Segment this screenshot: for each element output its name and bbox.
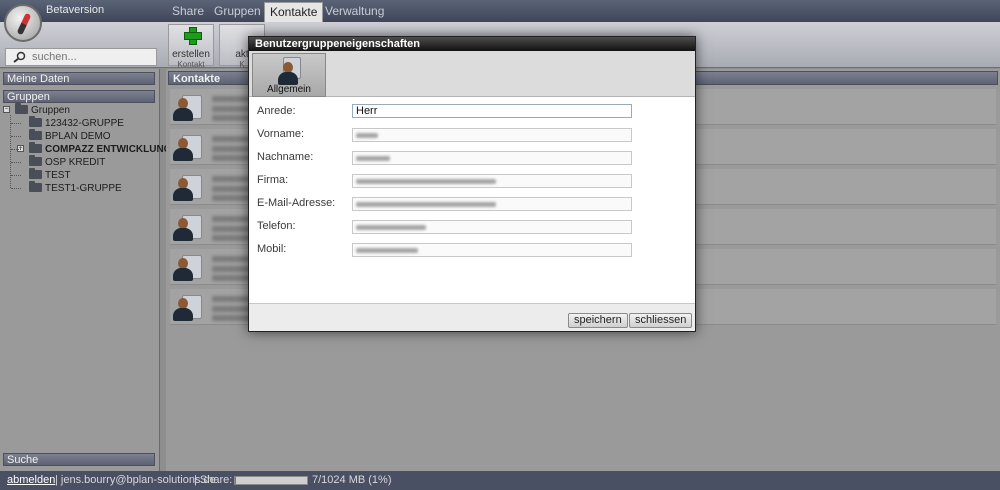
label-mobil: Mobil: (257, 243, 287, 255)
tree-item-label: BPLAN DEMO (45, 131, 111, 142)
search-box[interactable] (5, 48, 157, 66)
tab-allgemein[interactable]: Allgemein (252, 53, 326, 97)
folder-icon (15, 103, 28, 114)
label-nachname: Nachname: (257, 151, 314, 163)
tree-connector (11, 149, 21, 150)
tab-share[interactable]: Share (167, 2, 209, 22)
nachname-field[interactable] (352, 151, 632, 165)
firma-field[interactable] (352, 174, 632, 188)
tree-connector (11, 136, 21, 137)
mobil-field[interactable] (352, 243, 632, 257)
plus-icon (184, 27, 202, 45)
telefon-field[interactable] (352, 220, 632, 234)
tab-kontakte[interactable]: Kontakte (264, 2, 324, 22)
save-button[interactable]: speichern (568, 313, 628, 328)
sidebar-header-suche[interactable]: Suche (3, 453, 155, 466)
tab-gruppen[interactable]: Gruppen (209, 2, 266, 22)
logout-link[interactable]: abmelden (7, 471, 55, 490)
status-footer: abmelden | jens.bourry@bplan-solutions.d… (0, 471, 1000, 490)
label-anrede: Anrede: (257, 105, 296, 117)
tree-connector (11, 162, 21, 163)
label-telefon: Telefon: (257, 220, 296, 232)
tree-item-label: TEST1-GRUPPE (45, 183, 122, 194)
share-usage-bar (234, 476, 308, 485)
folder-icon (29, 142, 42, 153)
contact-card-icon (277, 57, 303, 85)
folder-icon (29, 116, 42, 127)
folder-icon (29, 181, 42, 192)
tree-item-group[interactable]: TEST (29, 168, 71, 182)
sidebar: Meine Daten Gruppen Suche − Gruppen 1234… (0, 69, 171, 471)
tree-root-gruppen[interactable]: Gruppen (15, 103, 70, 117)
folder-icon (29, 168, 42, 179)
contact-avatar-icon (172, 91, 204, 123)
tree-connector (11, 175, 21, 176)
search-icon (13, 51, 26, 63)
dialog-footer: speichern schliessen (249, 303, 695, 331)
create-contact-label: erstellen (172, 49, 210, 60)
version-label: Betaversion (46, 4, 105, 16)
tree-item-label: 123432-GRUPPE (45, 118, 124, 129)
tree-item-label: COMPAZZ ENTWICKLUNG (45, 144, 172, 155)
tree-connector (11, 123, 21, 124)
tab-verwaltung[interactable]: Verwaltung (320, 2, 389, 22)
share-usage-text: 7/1024 MB (1%) (312, 474, 392, 486)
label-firma: Firma: (257, 174, 289, 186)
dialog-form: Anrede: Herr Vorname: Nachname: Firma: E… (249, 97, 695, 303)
folder-icon (29, 129, 42, 140)
tree-item-group[interactable]: TEST1-GRUPPE (29, 181, 122, 195)
contact-avatar-icon (172, 171, 204, 203)
tree-connector (11, 188, 21, 189)
search-input[interactable] (32, 50, 154, 64)
contact-avatar-icon (172, 131, 204, 163)
contact-avatar-icon (172, 211, 204, 243)
tree-item-group[interactable]: COMPAZZ ENTWICKLUNG (29, 142, 172, 156)
sidebar-header-gruppen[interactable]: Gruppen (3, 90, 155, 103)
dialog-title: Benutzergruppeneigenschaften (249, 37, 695, 51)
contact-avatar-icon (172, 291, 204, 323)
dialog-tab-bar: Allgemein (249, 51, 695, 97)
label-email: E-Mail-Adresse: (257, 197, 336, 209)
tree-item-label: TEST (45, 170, 71, 181)
folder-icon (29, 155, 42, 166)
tree-collapse-toggle[interactable]: − (3, 106, 10, 113)
share-label: | Share: (194, 474, 233, 486)
create-contact-sublabel: Kontakt (177, 60, 205, 69)
top-navigation-bar (0, 0, 1000, 22)
tree-item-group[interactable]: BPLAN DEMO (29, 129, 111, 143)
label-vorname: Vorname: (257, 128, 305, 140)
tree-item-label: OSP KREDIT (45, 157, 106, 168)
vorname-field[interactable] (352, 128, 632, 142)
group-properties-dialog: Benutzergruppeneigenschaften Allgemein A… (248, 36, 696, 332)
contact-avatar-icon (172, 251, 204, 283)
share-usage-fill (235, 477, 236, 484)
tree-item-group[interactable]: OSP KREDIT (29, 155, 106, 169)
user-email: | jens.bourry@bplan-solutions.de (55, 474, 216, 486)
anrede-field[interactable]: Herr (352, 104, 632, 118)
tree-root-label: Gruppen (31, 105, 70, 116)
tab-allgemein-label: Allgemein (267, 84, 311, 95)
email-field[interactable] (352, 197, 632, 211)
tree-item-group[interactable]: 123432-GRUPPE (29, 116, 124, 130)
sidebar-header-meine-daten[interactable]: Meine Daten (3, 72, 155, 85)
tree-connector (10, 115, 11, 188)
close-button[interactable]: schliessen (629, 313, 693, 328)
compass-logo-icon (4, 4, 42, 42)
create-contact-button[interactable]: erstellen Kontakt (168, 24, 214, 69)
